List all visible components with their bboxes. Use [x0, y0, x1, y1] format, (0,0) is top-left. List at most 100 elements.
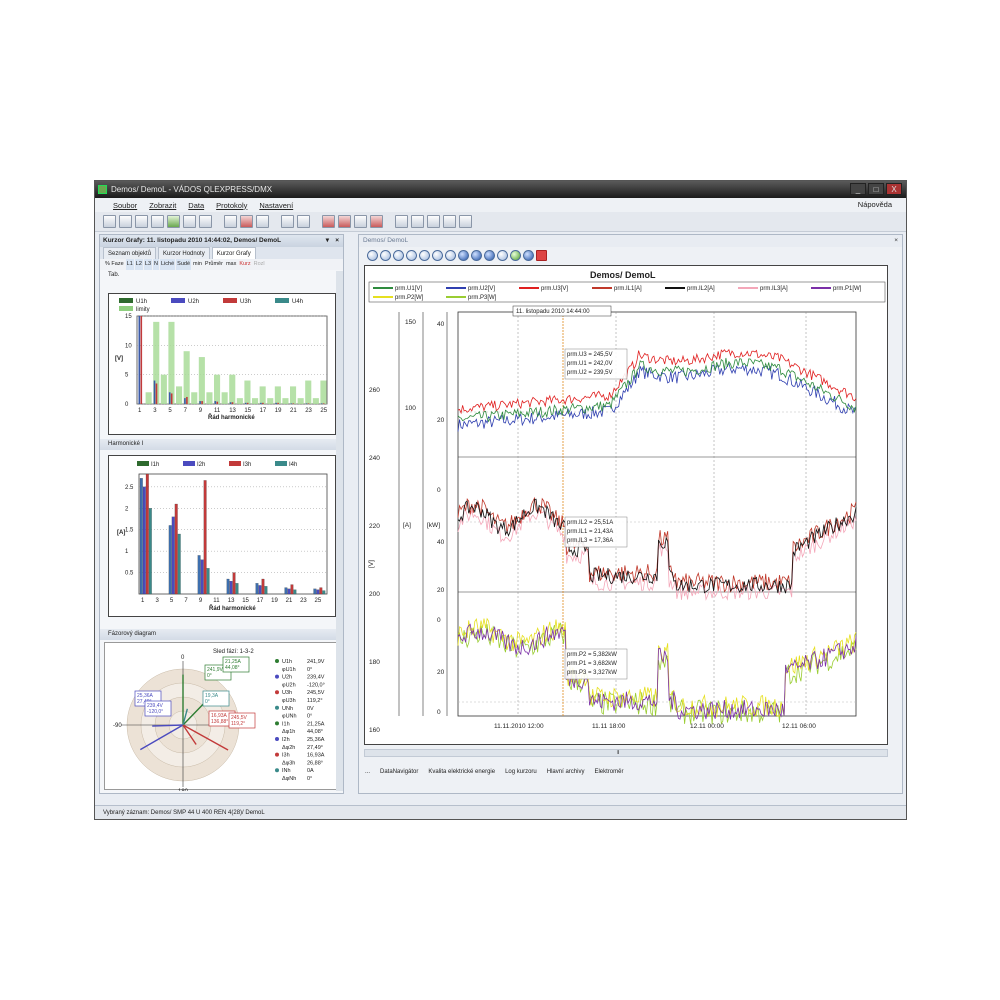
tab-hlavni-archivy[interactable]: Hlavní archivy: [547, 765, 585, 779]
tab-log-kurzoru[interactable]: Log kurzoru: [505, 765, 537, 779]
phase-button[interactable]: min: [192, 259, 203, 270]
phase-button[interactable]: Liché: [160, 259, 176, 270]
phase-button[interactable]: Rozl: [253, 259, 266, 270]
legend-label: I3h: [243, 462, 251, 468]
zoom-fit-icon[interactable]: [419, 250, 430, 261]
menu-data[interactable]: Data: [188, 201, 204, 210]
globe-icon[interactable]: [510, 250, 521, 261]
phase-button[interactable]: L2: [134, 259, 143, 270]
left-panel-header: Kurzor Grafy: 11. listopadu 2010 14:44:0…: [100, 235, 343, 247]
stop-icon[interactable]: [370, 215, 383, 228]
copy-icon[interactable]: [183, 215, 196, 228]
doc-icon[interactable]: [427, 215, 440, 228]
next-icon[interactable]: [484, 250, 495, 261]
close-panel-icon[interactable]: ×: [335, 235, 339, 247]
phase-button[interactable]: L1: [125, 259, 134, 270]
annotation-text: prm.IL1 = 21,43A: [567, 529, 613, 535]
pin-icon[interactable]: ▾: [326, 235, 329, 247]
y-tick-label: 10: [125, 343, 132, 349]
x-tick-label: 1: [141, 598, 145, 604]
menu-protokoly[interactable]: Protokoly: [216, 201, 247, 210]
maximize-button[interactable]: □: [868, 183, 884, 195]
open-icon[interactable]: [103, 215, 116, 228]
horizontal-scrollbar[interactable]: ⦀: [364, 749, 888, 757]
phasor-row-label: U3h: [282, 690, 292, 696]
legend-label: limity: [136, 307, 150, 313]
u1-bar: [320, 403, 323, 404]
settings-icon[interactable]: [199, 215, 212, 228]
phase-button[interactable]: N: [153, 259, 160, 270]
menu-zobrazit[interactable]: Zobrazit: [149, 201, 176, 210]
cursor-icon[interactable]: [497, 250, 508, 261]
zoom-x-icon[interactable]: [393, 250, 404, 261]
zoom-in-icon[interactable]: [367, 250, 378, 261]
phase-button[interactable]: % Faze: [104, 259, 125, 270]
scroll-thumb[interactable]: ⦀: [617, 751, 619, 756]
tab-elektromer[interactable]: Elektroměr: [594, 765, 623, 779]
phasor-row-value: 21,25A: [307, 721, 325, 727]
bar-I4h: [322, 590, 326, 595]
phasor-row-value: 0°: [307, 776, 312, 782]
tab-label[interactable]: Tab.: [100, 270, 343, 280]
left-scrollbar[interactable]: [336, 271, 343, 791]
wave-icon[interactable]: [354, 215, 367, 228]
x-tick-label: 11: [214, 408, 221, 414]
zoom-area-icon[interactable]: [445, 250, 456, 261]
x-tick-label: 17: [257, 598, 264, 604]
zoom-out-icon[interactable]: [380, 250, 391, 261]
zoom-reset-icon[interactable]: [432, 250, 443, 261]
tab-datanavigator[interactable]: DataNavigátor: [380, 765, 418, 779]
device-icon[interactable]: [281, 215, 294, 228]
tab-kvalita[interactable]: Kvalita elektrické energie: [428, 765, 495, 779]
legend-label: U3h: [240, 299, 251, 305]
print-icon[interactable]: [135, 215, 148, 228]
tab-more[interactable]: ...: [365, 765, 370, 779]
doc-icon[interactable]: [395, 215, 408, 228]
table-icon[interactable]: [224, 215, 237, 228]
zoom-y-icon[interactable]: [406, 250, 417, 261]
meter-icon[interactable]: [240, 215, 253, 228]
phasor-row-value: 119,2°: [307, 698, 323, 704]
tab-seznam-objektu[interactable]: Seznam objektů: [103, 247, 157, 259]
connect-icon[interactable]: [297, 215, 310, 228]
minimize-button[interactable]: _: [850, 183, 866, 195]
upload-icon[interactable]: [338, 215, 351, 228]
status-bar: Vybraný záznam: Demos/ SMP 44 U 400 REN …: [95, 805, 906, 819]
menu-soubor[interactable]: Soubor: [113, 201, 137, 210]
back-icon[interactable]: [458, 250, 469, 261]
annotation-text: prm.U1 = 242,0V: [567, 361, 613, 367]
x-tick-label: 11: [213, 598, 220, 604]
phase-button[interactable]: Kurz: [238, 259, 251, 270]
phase-button[interactable]: Průměr: [204, 259, 224, 270]
x-tick-label: 3: [153, 408, 157, 414]
close-panel-icon[interactable]: ×: [894, 235, 898, 247]
bar-I1h: [168, 525, 172, 595]
refresh-icon[interactable]: [167, 215, 180, 228]
archive-icon[interactable]: [256, 215, 269, 228]
bar-I3h: [290, 584, 294, 595]
bottom-tabs: ... DataNavigátor Kvalita elektrické ene…: [359, 765, 902, 779]
phasor-box-text: 0°: [207, 673, 212, 679]
kw-axis-tick: 0: [437, 487, 441, 494]
forward-icon[interactable]: [471, 250, 482, 261]
info-icon[interactable]: [523, 250, 534, 261]
save-icon[interactable]: [119, 215, 132, 228]
tab-kurzor-hodnoty[interactable]: Kurzor Hodnoty: [158, 247, 210, 259]
chart-icon[interactable]: [151, 215, 164, 228]
download-icon[interactable]: [322, 215, 335, 228]
y-tick-label: 1: [125, 549, 129, 555]
doc-icon[interactable]: [459, 215, 472, 228]
tab-kurzor-grafy[interactable]: Kurzor Grafy: [211, 247, 256, 259]
limit-bar: [312, 398, 319, 404]
export-icon[interactable]: [536, 250, 547, 261]
close-button[interactable]: X: [886, 183, 902, 195]
phase-button[interactable]: max: [225, 259, 237, 270]
bar-I4h: [177, 533, 181, 595]
phase-button[interactable]: Sudé: [176, 259, 192, 270]
doc-icon[interactable]: [443, 215, 456, 228]
limit-bar: [221, 392, 228, 404]
menu-help[interactable]: Nápověda: [858, 200, 892, 209]
phase-button[interactable]: L3: [143, 259, 153, 270]
doc-icon[interactable]: [411, 215, 424, 228]
menu-nastaveni[interactable]: Nastavení: [259, 201, 293, 210]
